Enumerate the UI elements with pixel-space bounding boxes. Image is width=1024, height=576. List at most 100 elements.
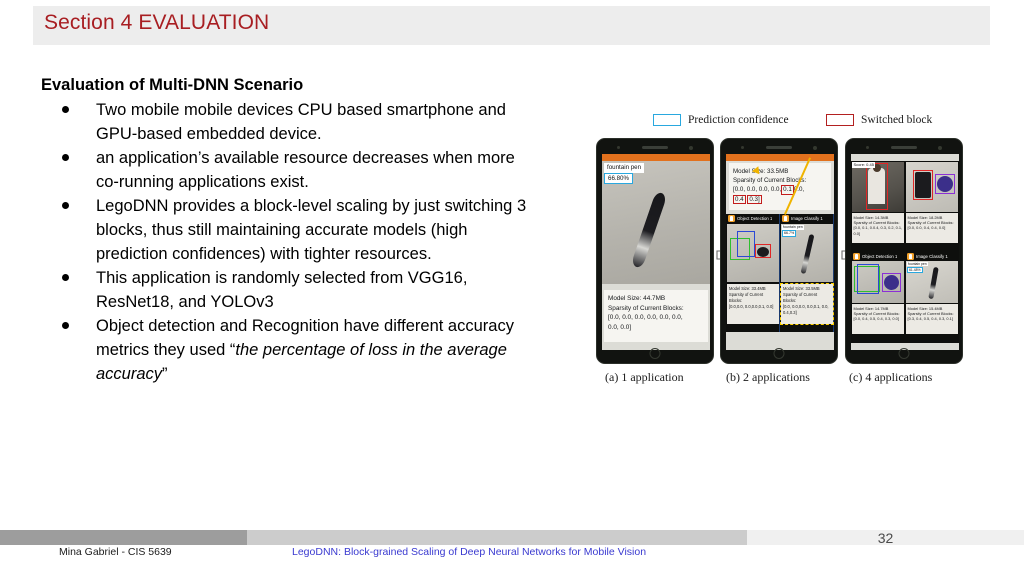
model-size-a: Model Size: 44.7MB xyxy=(608,295,666,302)
detection-box-purple xyxy=(935,174,955,194)
detection-box-red xyxy=(866,163,888,210)
legend-item-prediction-confidence: Prediction confidence xyxy=(653,114,789,126)
app-icon xyxy=(782,215,789,222)
phone-screen-c: Score: 0.45 Model Size: 14.3MB Sparsity … xyxy=(851,154,959,350)
red-box-icon xyxy=(826,114,854,126)
app-title: Object Detection 1 xyxy=(737,216,773,221)
list-item-text: LegoDNN provides a block-level scaling b… xyxy=(96,197,527,263)
home-button[interactable] xyxy=(773,348,785,359)
model-size-b: Model Size: 33.5MB xyxy=(733,168,789,175)
figure-legend: Prediction confidence Switched block xyxy=(588,112,978,134)
footer-author: Mina Gabriel - CIS 5639 xyxy=(59,546,172,558)
class-label-a: fountain pen xyxy=(604,163,645,173)
sparsity-values: [0.0, 0.0,0.0, 0.0,0.1, 0.0, 0.4,0.3] xyxy=(783,304,829,315)
phone-panel-a: fountain pen 66.80% Model Size: 44.7MB S… xyxy=(596,138,714,364)
app-pane-2[interactable]: Model Size: 18.2MB Sparsity of Current B… xyxy=(905,161,959,252)
front-camera-icon xyxy=(741,146,744,149)
detection-box-purple xyxy=(882,273,901,292)
detection-preview xyxy=(727,224,779,282)
bullet-icon xyxy=(62,154,69,161)
phone-top-bezel xyxy=(597,142,713,152)
legend-label: Switched block xyxy=(861,114,933,126)
caption-a: (a) 1 application xyxy=(605,370,684,384)
app-pane-object-detection[interactable]: Object Detection 1 Model Size: 14.7MB Sp… xyxy=(851,252,905,343)
phone-row: fountain pen 66.80% Model Size: 44.7MB S… xyxy=(588,138,978,364)
sparsity-values: [0.0, 0.4, 0.5, 0.4, 0.3, 0.0] xyxy=(853,316,899,322)
sparsity-heading: Sparsity of Current Blocks: xyxy=(729,292,764,303)
phone-top-bezel xyxy=(846,142,962,152)
model-info-card: Model Size: 14.7MB Sparsity of Current B… xyxy=(852,304,904,334)
detected-object xyxy=(757,247,769,257)
model-info-card: Model Size: 15.4MB Sparsity of Current B… xyxy=(906,304,958,334)
sensor-icon xyxy=(689,145,693,150)
bullet-icon xyxy=(62,274,69,281)
footer-bar-left xyxy=(0,530,247,545)
sparsity-heading-a: Sparsity of Current Blocks: xyxy=(608,304,684,312)
sensor-icon xyxy=(938,145,942,150)
app-title: Image Classify 1 xyxy=(791,216,823,221)
list-item-text-tail: ” xyxy=(162,365,168,383)
model-info-card-highlighted: Model Size: 33.5MB Sparsity of Current B… xyxy=(780,283,834,325)
list-item: LegoDNN provides a block-level scaling b… xyxy=(60,194,530,266)
phone-panel-b: Model Size: 33.5MB Sparsity of Current B… xyxy=(720,138,838,364)
bullet-icon xyxy=(62,322,69,329)
detection-box-red xyxy=(913,170,933,200)
app-icon xyxy=(728,215,735,222)
model-info-card-b: Model Size: 33.5MB Sparsity of Current B… xyxy=(729,163,831,210)
content-heading: Evaluation of Multi-DNN Scenario xyxy=(41,76,304,94)
app-pane-image-classify[interactable]: Image Classify 1 fountain pen 66.7% Mode… xyxy=(780,214,834,332)
footer-paper-link[interactable]: LegoDNN: Block-grained Scaling of Deep N… xyxy=(292,546,646,558)
list-item-text: an application’s available resource decr… xyxy=(96,149,515,191)
list-item: Object detection and Recognition have di… xyxy=(60,314,530,386)
sparsity-values: [0.0,0.0, 0.0,0.0,0.1, 0.0] xyxy=(729,304,774,309)
caption-b: (b) 2 applications xyxy=(726,370,810,384)
legend-item-switched-block: Switched block xyxy=(826,114,932,126)
app-icon xyxy=(907,253,914,260)
fountain-pen-object xyxy=(928,266,939,300)
app-pane-object-detection[interactable]: Object Detection 1 Model Size: 33.4MB Sp… xyxy=(726,214,780,332)
app-header: Image Classify 1 xyxy=(780,214,833,223)
earpiece-icon xyxy=(891,146,917,149)
detection-preview xyxy=(852,162,904,212)
status-bar xyxy=(726,154,834,161)
model-info-card: Model Size: 18.2MB Sparsity of Current B… xyxy=(906,213,958,243)
app-pane-image-classify[interactable]: Image Classify 1 fountain pen 61.48% Mod… xyxy=(905,252,959,343)
fountain-pen-object xyxy=(630,191,668,269)
page-number: 32 xyxy=(877,530,894,546)
fountain-pen-object xyxy=(800,233,815,275)
earpiece-icon xyxy=(766,146,792,149)
home-button[interactable] xyxy=(898,348,910,359)
model-info-card: Model Size: 33.4MB Sparsity of Current B… xyxy=(727,284,779,324)
phone-screen-a: fountain pen 66.80% Model Size: 44.7MB S… xyxy=(602,154,710,350)
list-item-text: This application is randomly selected fr… xyxy=(96,269,468,311)
confidence-badge: 66.7% xyxy=(782,230,797,237)
bullet-icon xyxy=(62,106,69,113)
cyan-box-icon xyxy=(653,114,681,126)
sparsity-values: [0.0, 0.1, 0.0.4, 0.3, 0.2, 0.1, 0.0] xyxy=(853,225,903,236)
home-button[interactable] xyxy=(649,348,661,359)
detection-preview xyxy=(906,162,958,212)
app-header: Image Classify 1 xyxy=(905,252,959,261)
model-info-card: Model Size: 14.3MB Sparsity of Current B… xyxy=(852,213,904,243)
figure-captions: (a) 1 application (b) 2 applications (c)… xyxy=(588,370,978,390)
model-info-card-a: Model Size: 44.7MB Sparsity of Current B… xyxy=(604,290,708,342)
score-tag: Score: 0.45 xyxy=(852,162,876,168)
switched-block-value-1: 0.1 xyxy=(781,185,794,195)
sparsity-values-a-line2: 0.0, 0.0] xyxy=(608,323,632,331)
phone-top-bezel xyxy=(721,142,837,152)
detection-box-blue xyxy=(737,231,755,257)
list-item: This application is randomly selected fr… xyxy=(60,266,530,314)
front-camera-icon xyxy=(617,146,620,149)
app-header: Object Detection 1 xyxy=(726,214,779,223)
app-title: Image Classify 1 xyxy=(916,254,948,259)
evaluation-figure: Prediction confidence Switched block fou… xyxy=(588,112,978,392)
confidence-badge: 61.48% xyxy=(907,266,923,273)
phone-screen-b: Model Size: 33.5MB Sparsity of Current B… xyxy=(726,154,834,350)
status-bar xyxy=(602,154,710,161)
caption-c: (c) 4 applications xyxy=(849,370,933,384)
sparsity-values: [0.3, 0.4, 0.5, 0.4, 0.3, 0.1] xyxy=(907,316,953,322)
page-title: Section 4 EVALUATION xyxy=(44,11,270,34)
app-pane-1[interactable]: Score: 0.45 Model Size: 14.3MB Sparsity … xyxy=(851,161,905,252)
class-label: fountain pen xyxy=(782,225,804,230)
bullet-list: Two mobile mobile devices CPU based smar… xyxy=(60,98,530,386)
